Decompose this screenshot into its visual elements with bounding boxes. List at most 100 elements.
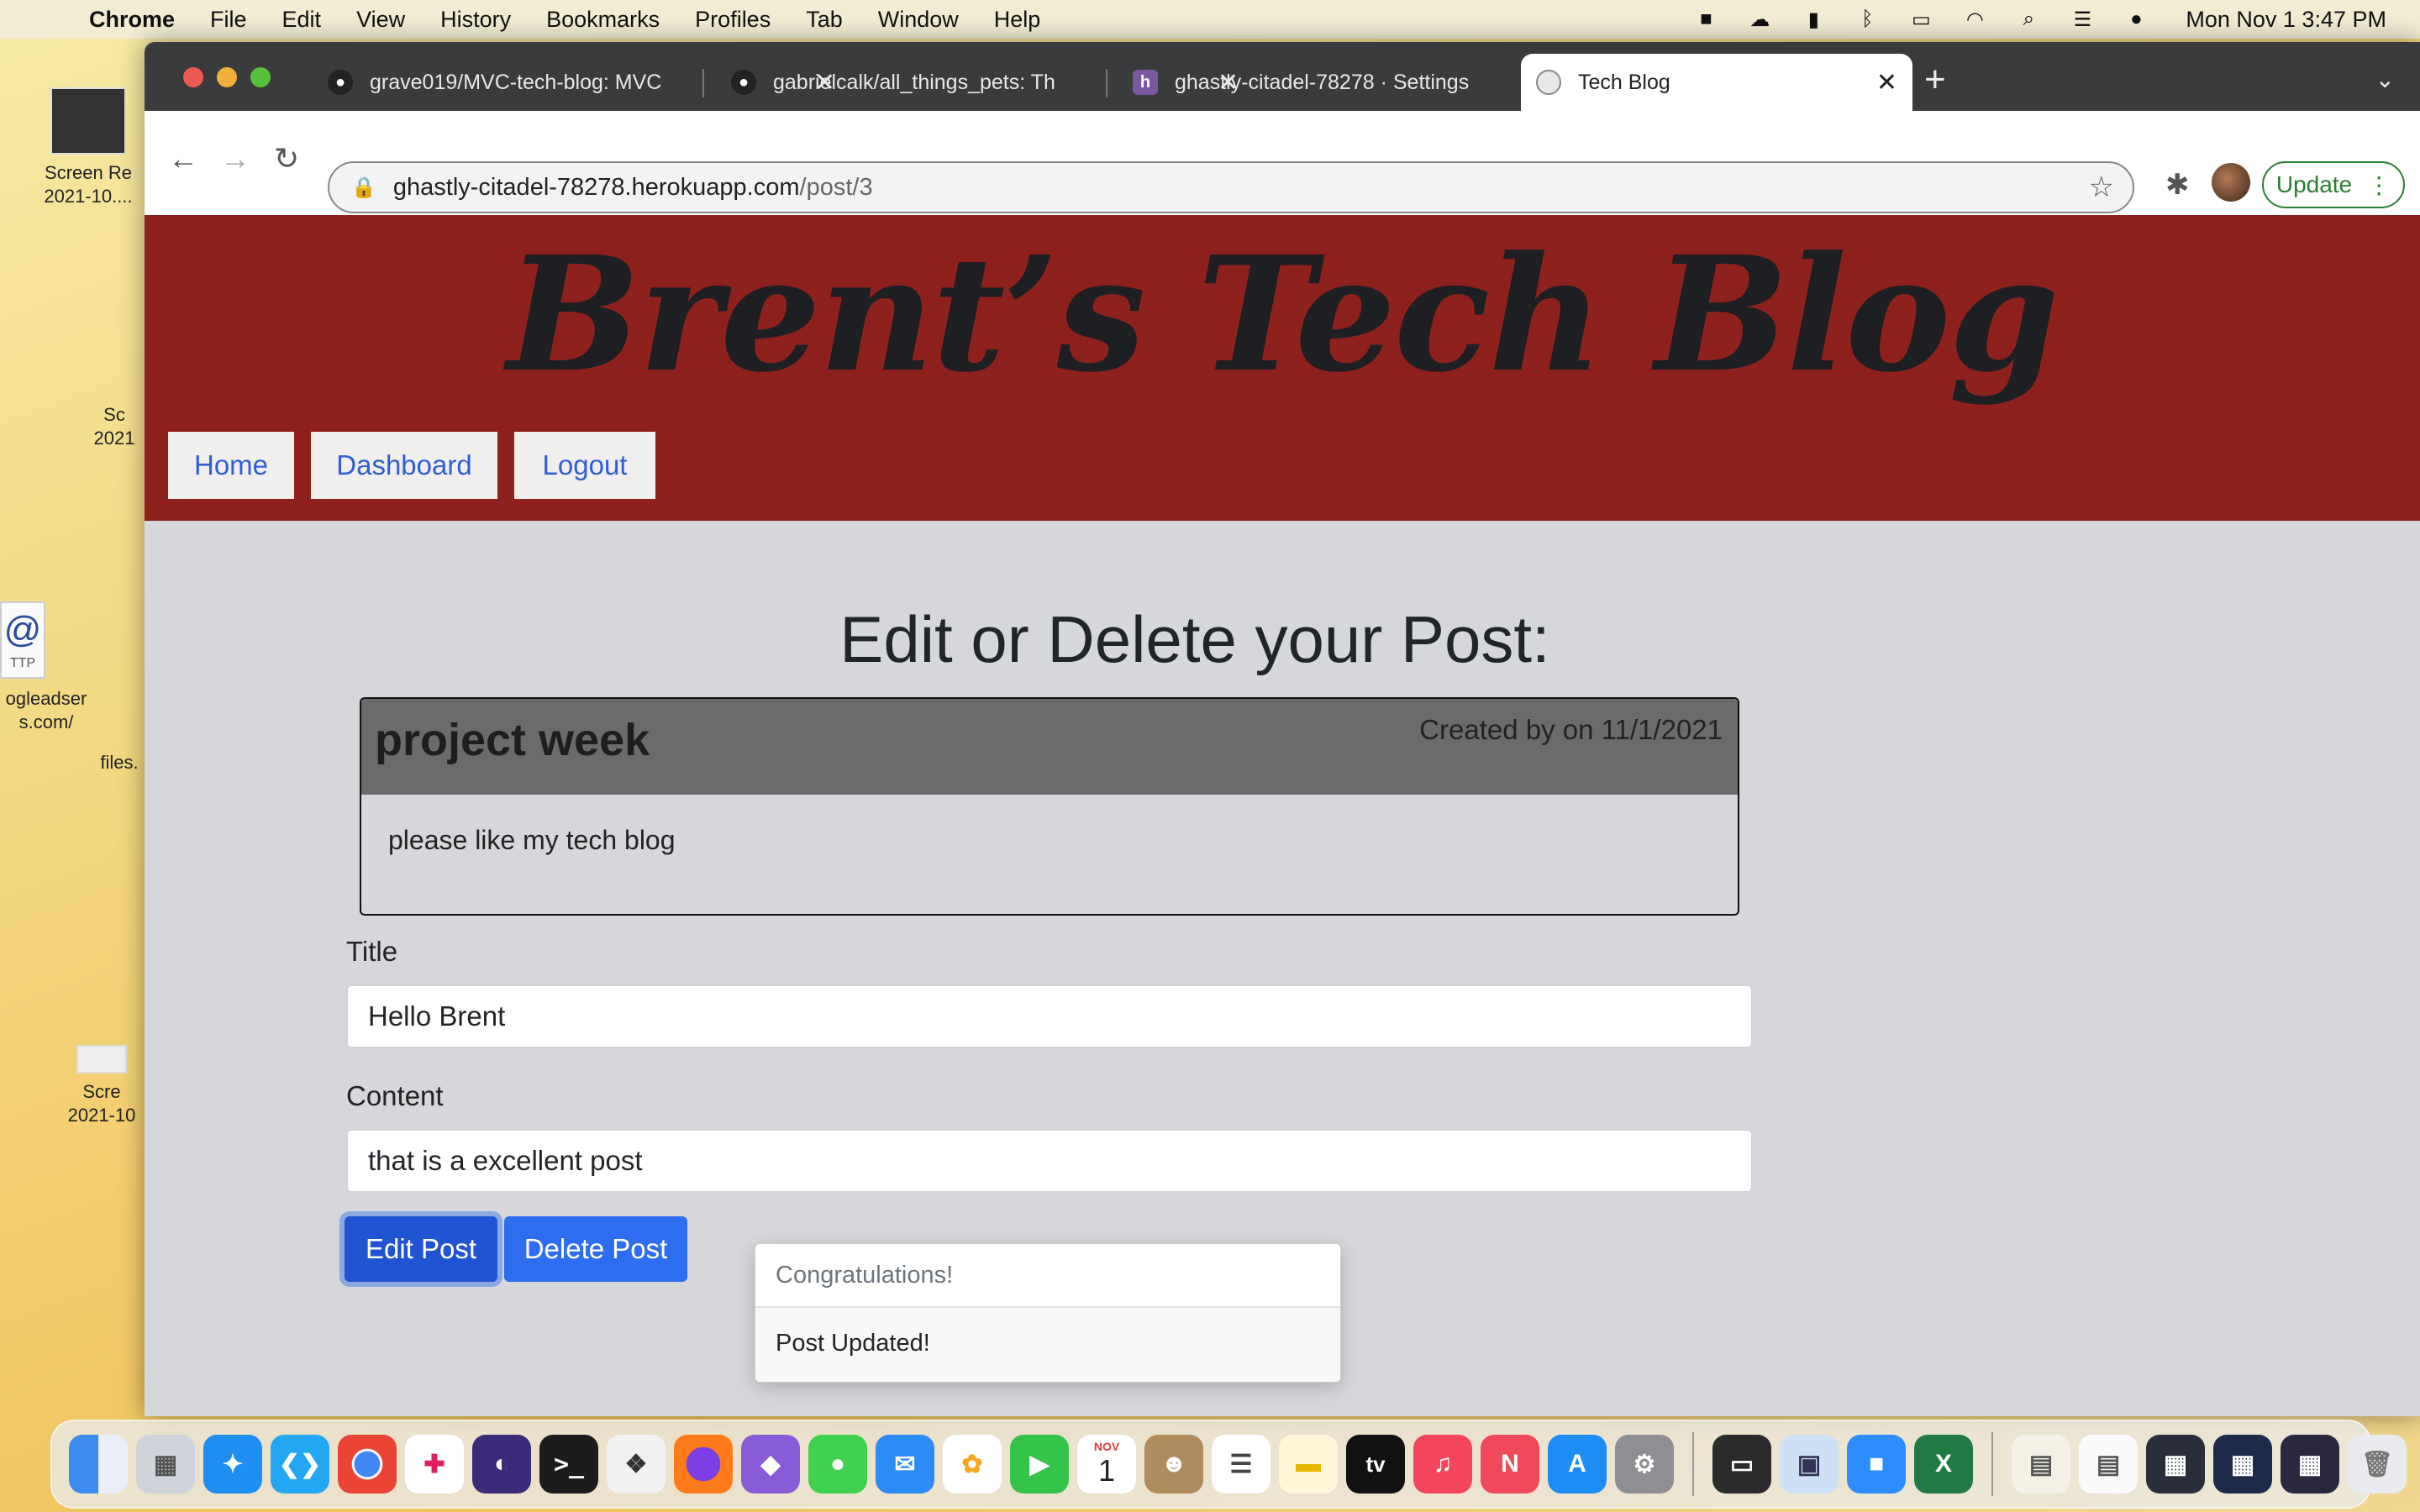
menu-bookmarks[interactable]: Bookmarks <box>546 7 660 33</box>
content-input[interactable] <box>346 1129 1753 1193</box>
site-title: Brent’s Tech Blog <box>507 222 2060 407</box>
address-bar[interactable]: 🔒 ghastly-citadel-78278.herokuapp.com/po… <box>328 161 2134 213</box>
heroku-icon: h <box>1133 70 1158 95</box>
menu-edit[interactable]: Edit <box>282 7 322 33</box>
forward-arrow-icon[interactable]: → <box>220 141 250 176</box>
menu-help[interactable]: Help <box>994 7 1041 33</box>
menu-file[interactable]: File <box>210 7 247 33</box>
device-icon[interactable]: ▮ <box>1801 8 1826 31</box>
bluetooth-icon[interactable]: ᛒ <box>1854 8 1880 30</box>
edit-post-button[interactable]: Edit Post <box>345 1216 497 1282</box>
control-center-icon[interactable]: ☰ <box>2070 8 2095 31</box>
page-heading: Edit or Delete your Post: <box>839 602 1550 676</box>
menu-view[interactable]: View <box>356 7 405 33</box>
safari-icon[interactable]: ✦ <box>203 1435 262 1494</box>
desktop-folder-files[interactable]: files. <box>94 751 145 774</box>
menu-profiles[interactable]: Profiles <box>695 7 771 33</box>
document-stack-icon[interactable]: ▤ <box>2079 1435 2138 1494</box>
new-tab-icon[interactable]: + <box>1924 59 1946 101</box>
minimize-window-button[interactable] <box>217 67 237 87</box>
apple-tv-icon[interactable]: tv <box>1346 1435 1405 1494</box>
photos-icon[interactable]: ✿ <box>943 1435 1002 1494</box>
browser-toolbar: ← → ↻ 🔒 ghastly-citadel-78278.herokuapp.… <box>145 111 2420 215</box>
reminders-icon[interactable]: ☰ <box>1212 1435 1270 1494</box>
menu-history[interactable]: History <box>440 7 511 33</box>
toast-header: Congratulations! <box>755 1244 1340 1308</box>
launchpad-icon[interactable]: ▦ <box>136 1435 195 1494</box>
search-icon[interactable]: ⌕ <box>2016 8 2041 30</box>
mail-icon[interactable]: ✉ <box>876 1435 934 1494</box>
screenshot-stack-icon[interactable]: ▦ <box>2146 1435 2205 1494</box>
screenshot-stack-icon-2[interactable]: ▦ <box>2213 1435 2272 1494</box>
desktop-file-screenshot[interactable]: Sc 2021 <box>84 403 145 450</box>
nav-dashboard-button[interactable]: Dashboard <box>311 432 497 499</box>
facetime-icon[interactable]: ▶ <box>1010 1435 1069 1494</box>
menu-clock[interactable]: Mon Nov 1 3:47 PM <box>2186 7 2386 33</box>
bookmark-star-icon[interactable]: ☆ <box>2089 171 2114 204</box>
screenshot-stack-icon-3[interactable]: ▦ <box>2281 1435 2339 1494</box>
github-icon: ● <box>328 70 353 95</box>
url-host: ghastly-citadel-78278.herokuapp.com <box>392 173 800 201</box>
notes-icon[interactable]: ▬ <box>1279 1435 1338 1494</box>
extensions-puzzle-icon[interactable]: ✱ <box>2165 168 2190 202</box>
calendar-month: NOV <box>1093 1440 1120 1453</box>
kebab-menu-icon[interactable]: ⋮ <box>2367 171 2391 199</box>
tab-divider <box>1106 69 1107 97</box>
site-header: Brent’s Tech Blog Home Dashboard Logout <box>145 215 2420 521</box>
cloud-icon[interactable]: ☁ <box>1747 8 1772 31</box>
preview-icon[interactable]: ▣ <box>1780 1435 1839 1494</box>
profile-avatar[interactable] <box>2212 163 2250 202</box>
slack-icon[interactable]: ✚ <box>405 1435 464 1494</box>
finder-icon[interactable] <box>69 1435 128 1494</box>
desktop-icon-label: Screen Re <box>45 162 132 183</box>
messages-icon[interactable]: ● <box>808 1435 867 1494</box>
desktop-icon-label: 2021-10 <box>67 1105 136 1126</box>
desktop-icon-label: s.com/ <box>18 711 74 732</box>
music-icon[interactable]: ♫ <box>1413 1435 1472 1494</box>
desktop-file-screen-recording[interactable]: Screen Re 2021-10.... <box>34 87 143 208</box>
vscode-icon[interactable]: ❮❯ <box>271 1435 329 1494</box>
update-button[interactable]: Update ⋮ <box>2262 161 2405 208</box>
chrome-icon[interactable] <box>338 1435 397 1494</box>
url-path: /post/3 <box>799 173 873 201</box>
excel-icon[interactable]: X <box>1914 1435 1973 1494</box>
contacts-icon[interactable]: ☻ <box>1144 1435 1203 1494</box>
nav-logout-button[interactable]: Logout <box>514 432 655 499</box>
close-window-button[interactable] <box>183 67 203 87</box>
wifi-icon[interactable]: ◠ <box>1962 8 1987 31</box>
siri-icon[interactable]: ● <box>2123 8 2149 30</box>
title-input[interactable] <box>346 984 1753 1048</box>
lock-icon[interactable]: 🔒 <box>351 176 376 200</box>
desktop-file-screenshot-2[interactable]: Scre 2021-10 <box>59 1045 145 1127</box>
system-preferences-icon[interactable]: ⚙ <box>1615 1435 1674 1494</box>
reload-icon[interactable]: ↻ <box>274 141 299 176</box>
close-tab-icon[interactable]: ✕ <box>1876 68 1897 97</box>
calendar-icon[interactable]: NOV 1 <box>1077 1435 1136 1494</box>
desktop-icon-label: Scre <box>82 1081 121 1102</box>
downloads-stack-icon[interactable]: ▤ <box>2012 1435 2070 1494</box>
printer-icon[interactable]: ▭ <box>1712 1435 1771 1494</box>
trash-icon[interactable]: 🗑 <box>2348 1435 2407 1494</box>
zoom-icon[interactable]: ■ <box>1847 1435 1906 1494</box>
firefox-icon[interactable] <box>674 1435 733 1494</box>
back-arrow-icon[interactable]: ← <box>168 141 198 176</box>
delete-post-button[interactable]: Delete Post <box>504 1216 687 1282</box>
tab-label: Tech Blog <box>1578 70 1670 94</box>
maximize-window-button[interactable] <box>250 67 271 87</box>
app-store-icon[interactable]: A <box>1548 1435 1607 1494</box>
zoom-status-icon[interactable]: ■ <box>1693 8 1718 30</box>
battery-icon[interactable]: ▭ <box>1908 8 1933 31</box>
night-owl-icon[interactable]: ◐ <box>472 1435 531 1494</box>
news-icon[interactable]: N <box>1481 1435 1539 1494</box>
menu-window[interactable]: Window <box>878 7 959 33</box>
sequel-ace-icon[interactable]: ❖ <box>607 1435 666 1494</box>
github-desktop-icon[interactable]: ◆ <box>741 1435 800 1494</box>
menu-tab[interactable]: Tab <box>806 7 843 33</box>
tab-tech-blog[interactable]: Tech Blog ✕ <box>1521 54 1912 111</box>
at-sign-icon: @ TTP <box>0 601 45 679</box>
desktop-file-webloc[interactable]: @ TTP ogleadser s.com/ <box>0 601 92 734</box>
chevron-down-icon[interactable]: ⌄ <box>2375 66 2395 93</box>
menu-app-name[interactable]: Chrome <box>89 7 175 33</box>
terminal-icon[interactable]: >_ <box>539 1435 598 1494</box>
nav-home-button[interactable]: Home <box>168 432 294 499</box>
